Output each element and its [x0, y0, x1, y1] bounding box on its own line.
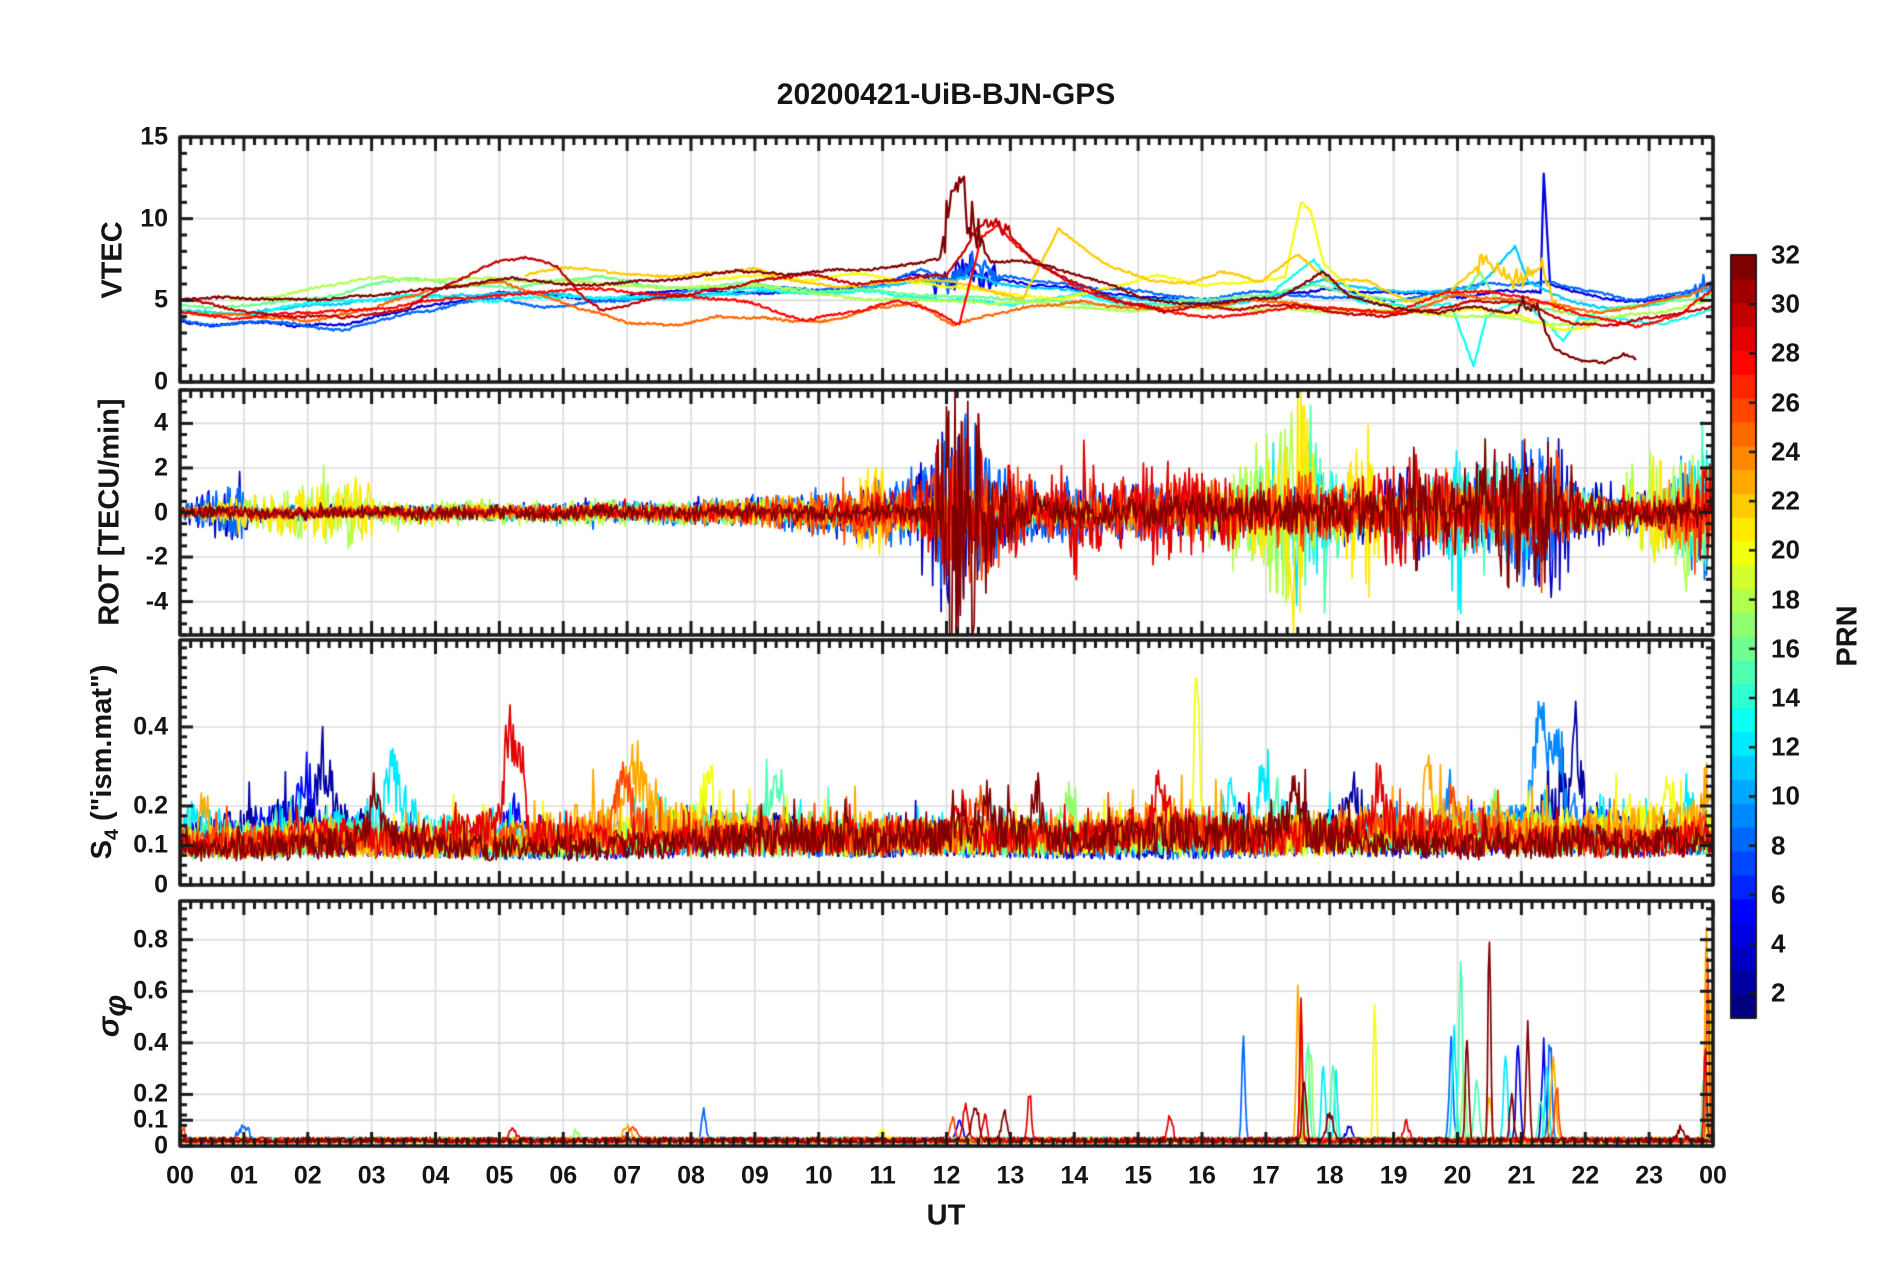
- y-tick-label: 0.1: [133, 830, 168, 859]
- y-tick-label: 0.4: [133, 1028, 168, 1057]
- x-tick-label: 05: [485, 1161, 514, 1190]
- x-tick-label: 01: [229, 1161, 258, 1190]
- x-tick-label: 22: [1571, 1161, 1600, 1190]
- x-tick-label: 23: [1635, 1161, 1664, 1190]
- colorbar-tick-label: 12: [1771, 731, 1800, 762]
- x-tick-label: 21: [1507, 1161, 1536, 1190]
- x-tick-label: 13: [996, 1161, 1025, 1190]
- x-tick-label: 03: [357, 1161, 386, 1190]
- x-tick-label: 14: [1060, 1161, 1089, 1190]
- y-tick-label: 2: [154, 453, 168, 482]
- y-tick-label: 15: [140, 122, 168, 151]
- colorbar-tick-label: 6: [1771, 879, 1786, 910]
- colorbar-label: PRN: [1831, 605, 1864, 667]
- x-tick-label: 00: [1699, 1161, 1727, 1190]
- colorbar-tick-label: 26: [1771, 387, 1800, 418]
- colorbar-tick-label: 4: [1771, 928, 1786, 959]
- sigma-phi-axis-label: σφ: [91, 995, 134, 1037]
- colorbar-tick-label: 18: [1771, 584, 1800, 615]
- rot-axis-label: ROT [TECU/min]: [93, 398, 126, 626]
- y-tick-label: 0.8: [133, 925, 168, 954]
- chart-canvas: [0, 0, 1902, 1272]
- x-tick-label: 18: [1315, 1161, 1344, 1190]
- colorbar-tick-label: 20: [1771, 534, 1800, 565]
- colorbar-tick-label: 22: [1771, 485, 1800, 516]
- sigma-label-sub: φ: [97, 994, 133, 1017]
- x-tick-label: 20: [1443, 1161, 1472, 1190]
- x-tick-label: 19: [1379, 1161, 1408, 1190]
- y-tick-label: 0.2: [133, 1079, 168, 1108]
- y-tick-label: 0.4: [133, 712, 168, 741]
- colorbar-tick-label: 16: [1771, 633, 1800, 664]
- s4-label-main: S: [86, 840, 119, 860]
- y-tick-label: 4: [154, 408, 168, 437]
- y-tick-label: 0: [154, 1131, 168, 1160]
- x-tick-label: 00: [166, 1161, 194, 1190]
- colorbar-tick-label: 24: [1771, 436, 1800, 467]
- x-tick-label: 10: [804, 1161, 833, 1190]
- y-tick-label: 5: [154, 285, 168, 314]
- chart-title: 20200421-UiB-BJN-GPS: [776, 78, 1116, 111]
- y-tick-label: -4: [145, 587, 168, 616]
- figure: 20200421-UiB-BJN-GPS VTEC ROT [TECU/min]…: [0, 0, 1902, 1272]
- y-tick-label: 0: [154, 367, 168, 396]
- x-tick-label: 09: [740, 1161, 769, 1190]
- s4-label-sub: 4: [100, 829, 123, 841]
- x-tick-label: 12: [932, 1161, 961, 1190]
- y-tick-label: -2: [145, 542, 168, 571]
- x-tick-label: 11: [869, 1161, 896, 1190]
- colorbar-tick-label: 8: [1771, 830, 1786, 861]
- x-tick-label: 08: [677, 1161, 705, 1190]
- s4-axis-label: S4 ("ism.mat"): [86, 665, 124, 860]
- x-tick-label: 07: [613, 1161, 642, 1190]
- x-tick-label: 02: [293, 1161, 322, 1190]
- y-tick-label: 10: [140, 204, 168, 233]
- sigma-label-main: σ: [90, 1016, 126, 1038]
- y-tick-label: 0.2: [133, 791, 168, 820]
- vtec-axis-label: VTEC: [96, 221, 129, 299]
- y-tick-label: 0: [154, 498, 168, 526]
- colorbar-tick-label: 10: [1771, 780, 1800, 811]
- s4-label-rest: ("ism.mat"): [86, 664, 119, 830]
- colorbar-tick-label: 14: [1771, 682, 1800, 713]
- y-tick-label: 0.6: [133, 976, 168, 1005]
- x-tick-label: 06: [549, 1161, 578, 1190]
- x-axis-label: UT: [926, 1199, 966, 1232]
- y-tick-label: 0: [154, 870, 168, 899]
- colorbar-tick-label: 32: [1771, 239, 1800, 270]
- x-tick-label: 15: [1124, 1161, 1153, 1190]
- colorbar-tick-label: 28: [1771, 337, 1800, 368]
- x-tick-label: 16: [1188, 1161, 1216, 1190]
- x-tick-label: 04: [421, 1161, 450, 1190]
- x-tick-label: 17: [1251, 1161, 1280, 1190]
- colorbar-tick-label: 2: [1771, 977, 1786, 1008]
- y-tick-label: 0.1: [133, 1105, 168, 1134]
- colorbar-tick-label: 30: [1771, 288, 1800, 319]
